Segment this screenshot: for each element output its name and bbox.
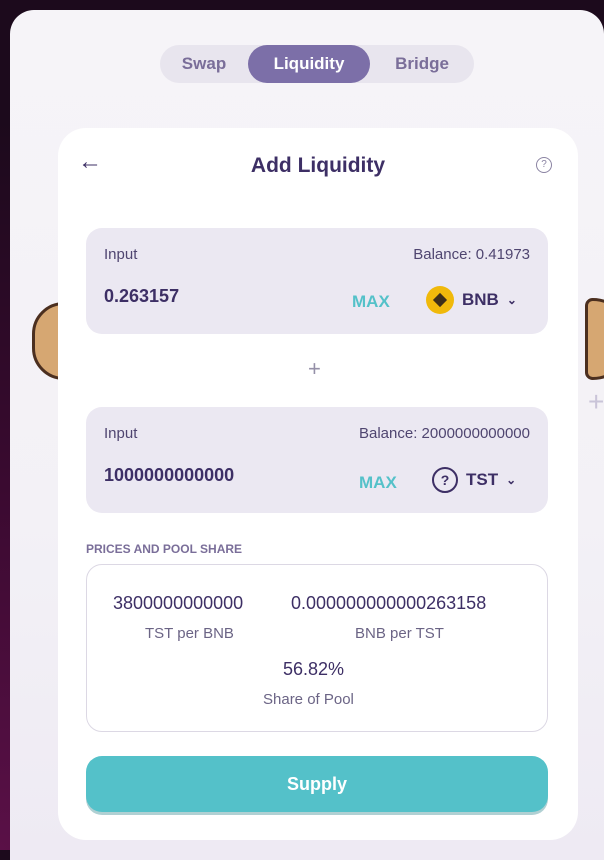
token-b-symbol: TST [466, 470, 499, 489]
plus-icon: + [308, 356, 321, 381]
token-a-symbol: BNB [462, 290, 499, 309]
question-circle-icon[interactable]: ? [536, 157, 552, 173]
max-button[interactable]: MAX [352, 292, 390, 312]
price-tst-per-bnb-value: 3800000000000 [113, 593, 244, 613]
balance-text: Balance: 2000000000000 [359, 425, 530, 442]
token-b-selector[interactable]: ? TST ⌄ [432, 467, 516, 493]
supply-button[interactable]: Supply [86, 756, 548, 812]
sparkle-icon: + [588, 386, 604, 417]
chevron-down-icon: ⌄ [506, 293, 517, 307]
prices-pool-share-panel: 3800000000000 TST per BNB 0.000000000000… [86, 564, 548, 732]
balance-text: Balance: 0.41973 [413, 246, 530, 263]
tab-bridge[interactable]: Bridge [370, 45, 474, 83]
token-b-amount-input[interactable] [104, 465, 324, 486]
price-bnb-per-tst-caption: BNB per TST [355, 625, 444, 642]
tab-swap[interactable]: Swap [160, 45, 248, 83]
question-circle-icon: ? [432, 467, 458, 493]
prices-section-label: PRICES AND POOL SHARE [86, 542, 243, 556]
add-liquidity-card: ← Add Liquidity ? Input Balance: 0.41973… [58, 128, 578, 840]
page-title: Add Liquidity [250, 154, 386, 177]
input-label: Input [104, 425, 138, 442]
tab-bar: Swap Liquidity Bridge [160, 45, 474, 83]
token-a-selector[interactable]: BNB ⌄ [426, 286, 517, 314]
max-button[interactable]: MAX [359, 473, 397, 493]
token-a-input-panel: Input Balance: 0.41973 MAX BNB ⌄ [86, 228, 548, 334]
pool-share-caption: Share of Pool [263, 691, 354, 708]
price-bnb-per-tst-value: 0.000000000000263158 [291, 593, 487, 613]
token-a-amount-input[interactable] [104, 286, 324, 307]
chevron-down-icon: ⌄ [506, 473, 517, 487]
tab-liquidity[interactable]: Liquidity [248, 45, 370, 83]
pool-share-value: 56.82% [283, 659, 345, 679]
mascot-ear-right-decoration [585, 298, 604, 380]
input-label: Input [104, 246, 138, 263]
price-tst-per-bnb-caption: TST per BNB [145, 625, 234, 642]
bnb-icon [426, 286, 454, 314]
token-b-input-panel: Input Balance: 2000000000000 MAX ? TST ⌄ [86, 407, 548, 513]
